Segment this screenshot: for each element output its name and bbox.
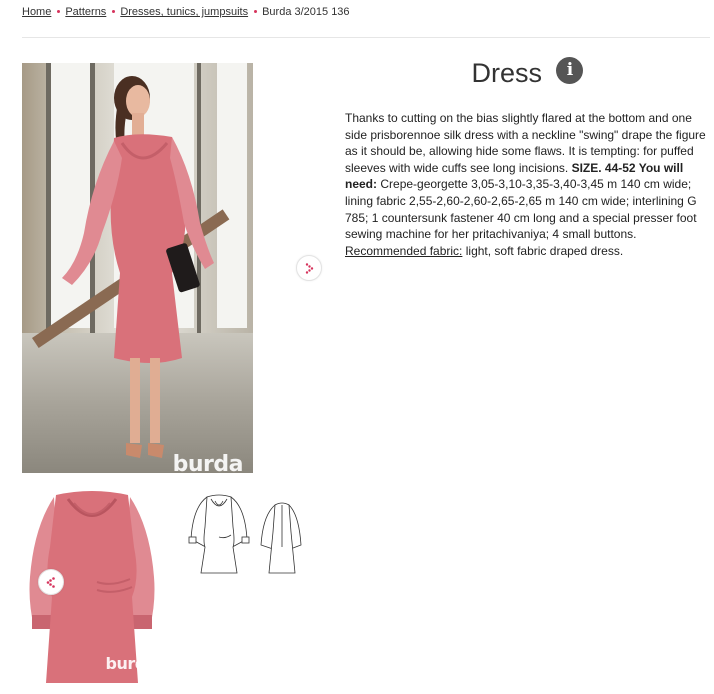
next-image-button[interactable]	[296, 255, 322, 281]
product-title-row: Dress i	[345, 57, 710, 89]
model-figure	[62, 76, 214, 458]
main-product-photo[interactable]: burda	[22, 63, 253, 473]
info-icon[interactable]: i	[556, 57, 584, 84]
chevron-right-icon	[305, 263, 314, 274]
technical-drawing	[188, 494, 302, 574]
breadcrumb-category-link[interactable]: Dresses, tunics, jumpsuits	[120, 6, 248, 18]
materials-text: Crepe-georgette 3,05-3,10-3,35-3,40-3,45…	[345, 177, 697, 242]
thumbnail-technical-sketch[interactable]	[183, 487, 303, 587]
share-icon	[46, 577, 55, 588]
header-divider	[22, 37, 710, 38]
breadcrumb-separator	[254, 9, 258, 13]
burda-watermark-small: burda	[105, 654, 157, 673]
breadcrumb-separator	[112, 9, 116, 13]
product-title: Dress	[471, 58, 543, 88]
recommended-fabric-link[interactable]: Recommended fabric:	[345, 244, 462, 258]
recommended-fabric-text: light, soft fabric draped dress.	[465, 243, 624, 258]
breadcrumb-home-link[interactable]: Home	[22, 6, 51, 18]
breadcrumb-patterns-link[interactable]: Patterns	[65, 6, 106, 18]
breadcrumb-current: Burda 3/2015 136	[262, 6, 350, 18]
share-button[interactable]	[38, 569, 64, 595]
breadcrumb: Home Patterns Dresses, tunics, jumpsuits Bu…	[22, 6, 350, 18]
breadcrumb-separator	[57, 9, 61, 13]
burda-watermark: burda	[172, 452, 244, 473]
product-description: Thanks to cutting on the bias slightly f…	[345, 110, 711, 259]
